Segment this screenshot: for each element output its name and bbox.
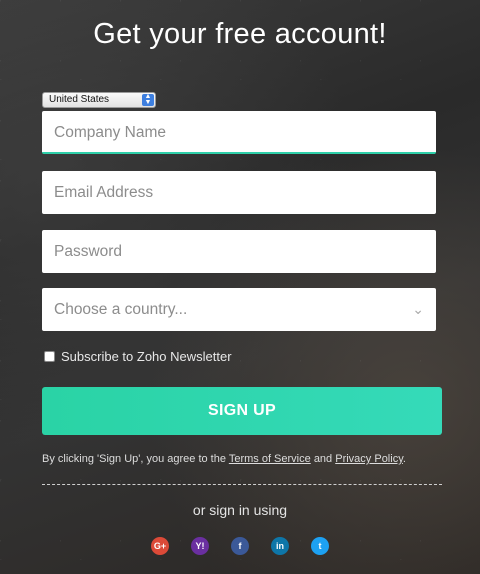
chevron-down-icon: ⌄: [412, 301, 424, 317]
terms-and: and: [313, 453, 333, 465]
terms-of-service-link[interactable]: Terms of Service: [229, 453, 311, 465]
company-name-input[interactable]: Company Name: [42, 111, 436, 154]
country-dropdown[interactable]: United States ▲ ▼: [42, 92, 156, 108]
social-signin-row: G+ Y! f in t: [0, 537, 480, 555]
updown-arrows-icon: ▲ ▼: [142, 93, 154, 106]
terms-text: By clicking 'Sign Up', you agree to the …: [42, 453, 406, 465]
page-title: Get your free account!: [93, 18, 387, 50]
newsletter-row: Subscribe to Zoho Newsletter: [44, 349, 232, 364]
newsletter-label: Subscribe to Zoho Newsletter: [61, 349, 232, 364]
company-name-placeholder: Company Name: [54, 124, 166, 141]
yahoo-icon[interactable]: Y!: [191, 537, 209, 555]
terms-prefix: By clicking 'Sign Up', you agree to the: [42, 453, 226, 465]
email-placeholder: Email Address: [54, 184, 154, 201]
linkedin-icon[interactable]: in: [271, 537, 289, 555]
google-plus-icon[interactable]: G+: [151, 537, 169, 555]
privacy-policy-link[interactable]: Privacy Policy: [335, 453, 403, 465]
divider: [42, 484, 442, 485]
password-input[interactable]: Password: [42, 230, 436, 273]
facebook-icon[interactable]: f: [231, 537, 249, 555]
country-select-placeholder: Choose a country...: [54, 301, 188, 318]
email-input[interactable]: Email Address: [42, 171, 436, 214]
country-select[interactable]: Choose a country... ⌄: [42, 288, 436, 331]
social-signin-label: or sign in using: [192, 502, 288, 518]
terms-suffix: .: [402, 453, 406, 465]
newsletter-checkbox[interactable]: [44, 351, 55, 362]
twitter-icon[interactable]: t: [311, 537, 329, 555]
sign-up-button[interactable]: SIGN UP: [42, 387, 442, 435]
country-dropdown-value: United States: [49, 94, 110, 105]
background: [0, 0, 480, 574]
password-placeholder: Password: [54, 243, 123, 260]
